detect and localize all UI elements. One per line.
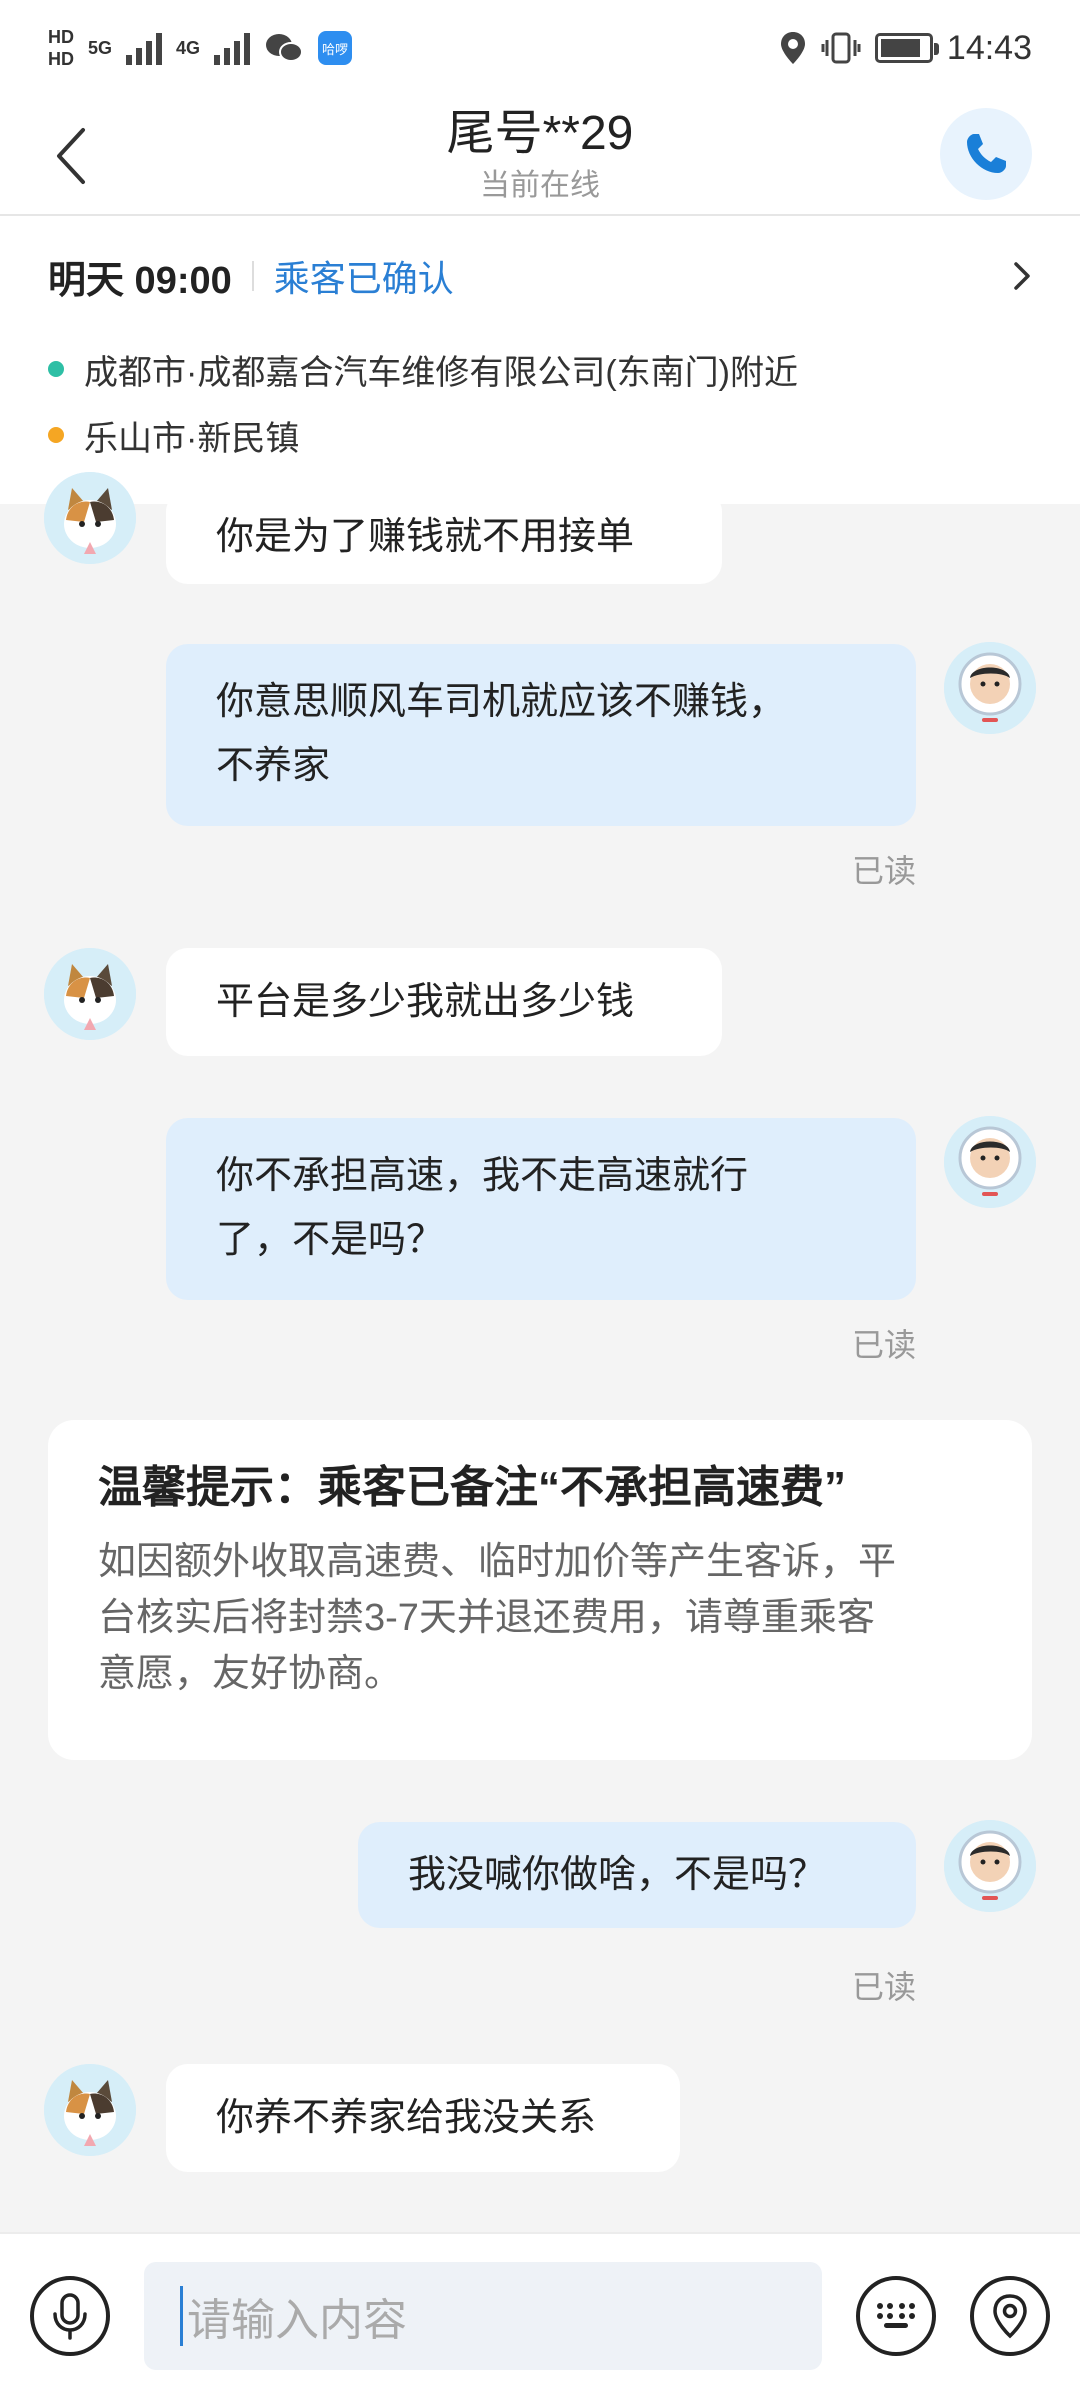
astronaut-avatar-icon [944, 1116, 1036, 1208]
chevron-right-icon [1014, 262, 1030, 290]
origin-dot-icon [48, 361, 64, 377]
hd-indicators: HD HD [48, 28, 74, 68]
trip-card[interactable]: 明天 09:00 乘客已确认 成都市·成都嘉合汽车维修有限公司(东南门)附近 乐… [0, 216, 1080, 504]
notice-body: 如因额外收取高速费、临时加价等产生客诉，平 台核实后将封禁3-7天并退还费用，请… [98, 1534, 982, 1702]
battery-icon [874, 33, 939, 63]
wechat-icon [266, 34, 304, 62]
voice-button[interactable] [30, 2276, 110, 2356]
vibrate-icon [821, 32, 861, 64]
message-bubble-incoming[interactable]: 你养不养家给我没关系 [166, 2064, 680, 2172]
message-bubble-incoming[interactable]: 平台是多少我就出多少钱 [166, 948, 722, 1056]
destination-dot-icon [48, 427, 64, 443]
notice-line: 台核实后将封禁3-7天并退还费用，请尊重乘客 [98, 1597, 875, 1639]
map-pin-icon [993, 2294, 1027, 2339]
trip-status: 乘客已确认 [273, 258, 454, 299]
trip-header: 明天 09:00 乘客已确认 [48, 216, 1032, 336]
title-block: 尾号**29 当前在线 [0, 102, 1080, 206]
astronaut-avatar-icon [944, 642, 1036, 734]
message-text: 你是为了赚钱就不用接单 [216, 516, 635, 558]
message-bubble-incoming[interactable]: 你是为了赚钱就不用接单 [166, 490, 722, 584]
status-bar-right: 14:43 [779, 29, 1032, 68]
status-bar-left: HD HD 5G 4G 哈啰 [48, 28, 353, 68]
notice-title: 温馨提示：乘客已备注“不承担高速费” [98, 1463, 846, 1512]
status-time: 14:43 [946, 28, 1032, 67]
signal-icon-2 [214, 31, 251, 65]
cat-avatar[interactable] [44, 472, 136, 564]
message-text-line: 你意思顺风车司机就应该不赚钱， [216, 681, 787, 723]
hello-app-icon: 哈啰 [318, 31, 353, 65]
input-bar: 请输入内容 [0, 2232, 1080, 2400]
driver-avatar[interactable] [944, 1116, 1036, 1208]
trip-origin: 成都市·成都嘉合汽车维修有限公司(东南门)附近 [48, 336, 1032, 402]
destination-text: 乐山市·新民镇 [84, 419, 300, 458]
trip-time: 明天 09:00 [48, 259, 232, 302]
hd-indicator-2: HD [48, 49, 74, 69]
chat-header: 尾号**29 当前在线 [0, 96, 1080, 216]
microphone-icon [53, 2293, 87, 2340]
cat-avatar[interactable] [44, 2064, 136, 2156]
origin-text: 成都市·成都嘉合汽车维修有限公司(东南门)附近 [84, 353, 798, 392]
message-text-line: 不养家 [216, 745, 331, 787]
driver-avatar[interactable] [944, 1820, 1036, 1912]
notice-line: 如因额外收取高速费、临时加价等产生客诉，平 [98, 1541, 897, 1583]
read-receipt: 已读 [851, 1327, 916, 1363]
message-text-line: 了，不是吗？ [216, 1219, 445, 1261]
read-receipt: 已读 [851, 1969, 916, 2005]
system-notice-card: 温馨提示：乘客已备注“不承担高速费” 如因额外收取高速费、临时加价等产生客诉，平… [48, 1420, 1032, 1760]
message-text: 平台是多少我就出多少钱 [216, 981, 635, 1023]
message-text: 我没喊你做啥，不是吗？ [408, 1854, 827, 1896]
online-status: 当前在线 [480, 169, 600, 202]
message-input[interactable]: 请输入内容 [144, 2262, 822, 2370]
hd-indicator-1: HD [48, 27, 74, 47]
message-bubble-outgoing[interactable]: 你不承担高速，我不走高速就行 了，不是吗？ [166, 1118, 916, 1300]
input-placeholder: 请输入内容 [187, 2296, 407, 2345]
message-text-line: 你不承担高速，我不走高速就行 [216, 1155, 749, 1197]
cat-avatar-icon [44, 472, 136, 564]
cat-avatar-icon [44, 2064, 136, 2156]
astronaut-avatar-icon [944, 1820, 1036, 1912]
battery-fill [880, 39, 920, 57]
network-5g-label: 5G [88, 38, 113, 58]
cat-avatar-icon [44, 948, 136, 1040]
read-receipt: 已读 [851, 853, 916, 889]
status-bar: HD HD 5G 4G 哈啰 14:43 [0, 0, 1080, 96]
divider [251, 261, 254, 291]
call-button[interactable] [940, 108, 1032, 200]
message-bubble-outgoing[interactable]: 我没喊你做啥，不是吗？ [358, 1822, 916, 1928]
keyboard-button[interactable] [856, 2276, 936, 2356]
message-text: 你养不养家给我没关系 [216, 2097, 597, 2139]
signal-icon [126, 31, 163, 65]
text-cursor [180, 2286, 183, 2346]
notice-line: 意愿，友好协商。 [98, 1653, 403, 1695]
network-4g-label: 4G [176, 38, 201, 58]
trip-destination: 乐山市·新民镇 [48, 402, 1032, 468]
location-share-button[interactable] [970, 2276, 1050, 2356]
keyboard-icon [877, 2303, 915, 2328]
phone-icon [967, 134, 1006, 173]
location-icon [780, 32, 805, 64]
message-bubble-outgoing[interactable]: 你意思顺风车司机就应该不赚钱， 不养家 [166, 644, 916, 826]
cat-avatar[interactable] [44, 948, 136, 1040]
driver-avatar[interactable] [944, 642, 1036, 734]
page-title: 尾号**29 [446, 107, 634, 160]
